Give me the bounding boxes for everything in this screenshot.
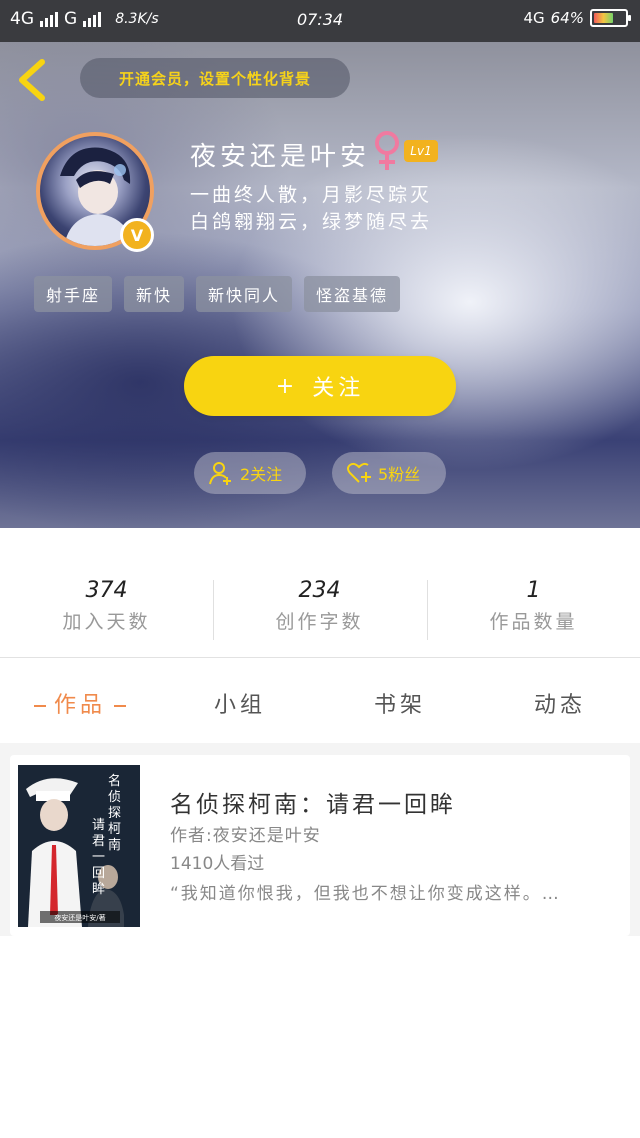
cover-title-char: 眸 (92, 881, 105, 897)
level-badge: Lv1 (404, 140, 438, 162)
cover-title-char: 侦 (108, 790, 121, 805)
book-cover[interactable]: 名 侦 探 柯 南 请 君 一 回 眸 夜安还是叶安/著 (18, 765, 140, 927)
cover-author: 夜安还是叶安/著 (54, 913, 105, 922)
tag-item[interactable]: 新快 (124, 276, 185, 312)
fans-button[interactable]: 5粉丝 (332, 452, 446, 494)
cover-title-char: 南 (108, 837, 121, 853)
tag-item[interactable]: 怪盗基德 (304, 276, 401, 312)
plus-icon: + (275, 373, 299, 399)
chevron-left-icon (19, 59, 45, 101)
female-icon (375, 131, 399, 170)
stat-label: 作品数量 (489, 611, 578, 633)
profile-header: 开通会员，设置个性化背景 V 夜安还是叶安 Lv1 一曲终人散，月影尽踪灭 白鸽… (0, 42, 640, 528)
stat-join-days: 374 加入天数 (0, 578, 213, 634)
stat-value: 234 (298, 578, 341, 603)
empty-area (0, 936, 640, 1138)
user-name: 夜安还是叶安 (190, 142, 371, 172)
tab-bookshelf[interactable]: 书架 (320, 687, 480, 719)
stat-value: 1 (526, 578, 541, 603)
stat-label: 加入天数 (62, 611, 151, 633)
cover-title-char: 请 (92, 818, 105, 833)
bio-line-2: 白鸽翱翔云，绿梦随尽去 (190, 211, 433, 233)
stats-panel: 374 加入天数 234 创作字数 1 作品数量 (0, 528, 640, 658)
battery-icon (590, 9, 631, 27)
work-card[interactable]: 名 侦 探 柯 南 请 君 一 回 眸 夜安还是叶安/著 名侦探柯南：请君一回眸… (10, 755, 630, 936)
stat-word-count: 234 创作字数 (213, 578, 426, 634)
tab-groups[interactable]: 小组 (160, 687, 320, 719)
tab-works[interactable]: 作品 (0, 687, 160, 719)
work-excerpt: “我知道你恨我，但我也不想让你变成这样。… (170, 884, 561, 904)
back-button[interactable] (14, 58, 50, 102)
user-add-icon (209, 462, 231, 485)
vip-background-banner[interactable]: 开通会员，设置个性化背景 (80, 58, 350, 98)
work-views: 1410人看过 (170, 854, 265, 874)
tab-label: 作品 (53, 693, 106, 718)
status-right: 4G 64% (523, 9, 631, 27)
tab-activity[interactable]: 动态 (480, 687, 640, 719)
stat-value: 374 (85, 578, 128, 603)
bio-line-1: 一曲终人散，月影尽踪灭 (190, 184, 433, 206)
network-type-right: 4G (523, 9, 545, 27)
stat-label: 创作字数 (275, 611, 364, 633)
following-button[interactable]: 2关注 (194, 452, 306, 494)
fans-count: 5粉丝 (378, 465, 421, 484)
user-bio: 一曲终人散，月影尽踪灭 白鸽翱翔云，绿梦随尽去 (190, 182, 432, 236)
following-count: 2关注 (240, 465, 283, 484)
work-author: 作者:夜安还是叶安 (170, 826, 321, 846)
tag-item[interactable]: 新快同人 (196, 276, 293, 312)
cover-title-char: 探 (108, 806, 121, 821)
follow-button[interactable]: + 关注 (184, 356, 456, 416)
heart-add-icon (347, 462, 371, 483)
tab-indicator (33, 705, 46, 707)
cover-title-char: 回 (92, 866, 105, 881)
stat-works-count: 1 作品数量 (427, 578, 640, 634)
tab-bar: 作品 小组 书架 动态 (0, 659, 640, 743)
cover-title-char: 柯 (108, 822, 121, 837)
tab-indicator (114, 705, 126, 707)
follow-label: 关注 (312, 376, 365, 401)
cover-title-char: 君 (92, 834, 105, 849)
cover-title-char: 一 (92, 850, 105, 865)
status-bar: 4G G 8.3K/s 07:34 4G 64% (0, 0, 640, 42)
tag-list: 射手座 新快 新快同人 怪盗基德 (34, 276, 401, 312)
cover-title-char: 名 (108, 773, 121, 789)
vip-badge: V (120, 218, 154, 252)
work-title[interactable]: 名侦探柯南：请君一回眸 (170, 785, 456, 819)
battery-percent: 64% (550, 9, 584, 27)
tag-item[interactable]: 射手座 (34, 276, 113, 312)
book-cover-image: 名 侦 探 柯 南 请 君 一 回 眸 夜安还是叶安/著 (18, 765, 140, 927)
